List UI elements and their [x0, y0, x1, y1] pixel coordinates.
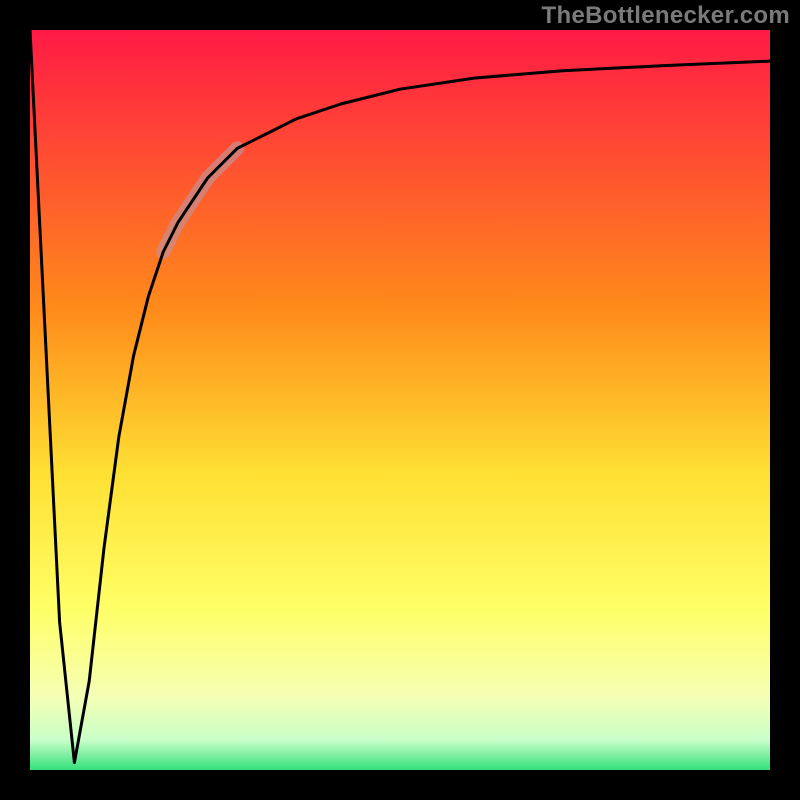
plot-area — [30, 30, 770, 770]
chart-stage: TheBottlenecker.com — [0, 0, 800, 800]
bottleneck-chart — [0, 0, 800, 800]
